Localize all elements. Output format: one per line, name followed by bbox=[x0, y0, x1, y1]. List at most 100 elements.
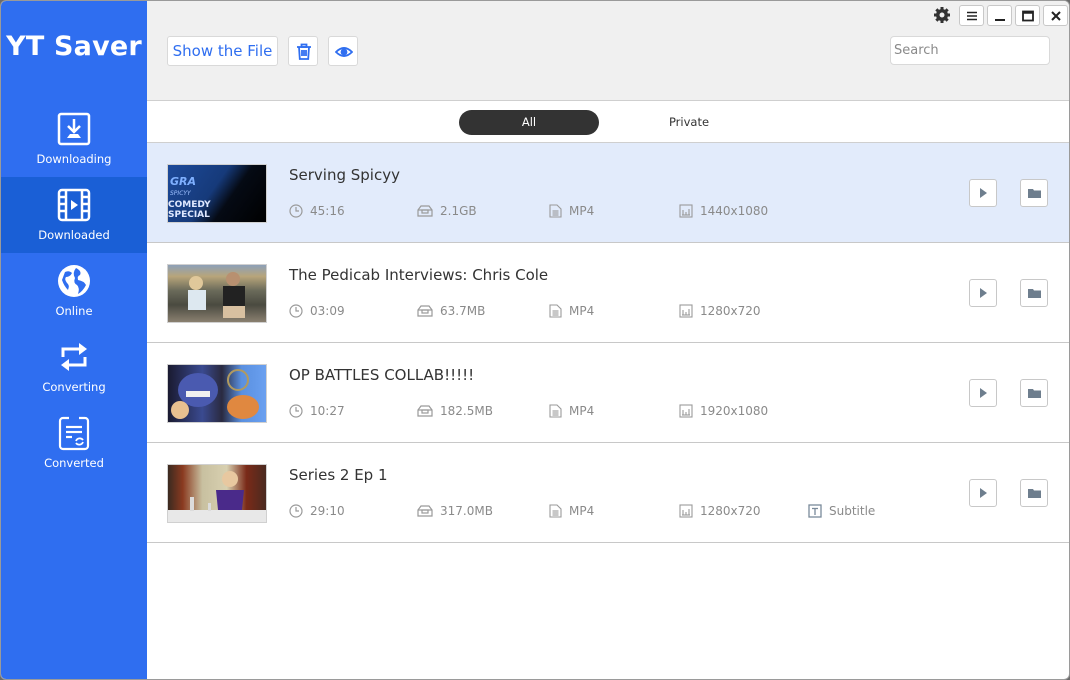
resolution: 1440x1080 bbox=[679, 204, 768, 218]
eye-icon bbox=[335, 47, 353, 57]
duration-value: 10:27 bbox=[310, 404, 345, 418]
video-row[interactable]: The Pedicab Interviews: Chris Cole 03:09… bbox=[147, 243, 1069, 343]
play-icon bbox=[980, 188, 987, 198]
sidebar: YT Saver Downloading Downloaded Online C… bbox=[1, 1, 147, 679]
gear-icon[interactable] bbox=[933, 6, 951, 24]
menu-icon bbox=[967, 11, 977, 21]
maximize-button[interactable] bbox=[1015, 5, 1040, 26]
open-folder-button[interactable] bbox=[1020, 379, 1048, 407]
folder-icon bbox=[1028, 189, 1041, 198]
resolution: 1920x1080 bbox=[679, 404, 768, 418]
subtitle-icon bbox=[808, 504, 822, 518]
storage-icon bbox=[417, 405, 433, 417]
toolbar: Show the File bbox=[147, 1, 1069, 101]
sidebar-item-converting[interactable]: Converting bbox=[1, 329, 147, 405]
search-input[interactable] bbox=[890, 36, 1050, 65]
play-button[interactable] bbox=[969, 479, 997, 507]
format: MP4 bbox=[549, 504, 594, 518]
file-size: 2.1GB bbox=[417, 204, 477, 218]
file-size: 182.5MB bbox=[417, 404, 493, 418]
format-value: MP4 bbox=[569, 404, 595, 418]
close-button[interactable] bbox=[1043, 5, 1068, 26]
close-icon bbox=[1051, 11, 1061, 21]
preview-button[interactable] bbox=[328, 36, 358, 66]
sidebar-item-online[interactable]: Online bbox=[1, 253, 147, 329]
video-title: Serving Spicyy bbox=[289, 166, 400, 184]
delete-button[interactable] bbox=[288, 36, 318, 66]
document-icon bbox=[549, 404, 562, 418]
svg-text:SPECIAL: SPECIAL bbox=[168, 210, 210, 220]
folder-icon bbox=[1028, 489, 1041, 498]
size-value: 317.0MB bbox=[440, 504, 493, 518]
globe-icon bbox=[58, 265, 90, 297]
download-icon bbox=[57, 112, 91, 146]
format: MP4 bbox=[549, 204, 594, 218]
size-value: 182.5MB bbox=[440, 404, 493, 418]
tab-all[interactable]: All bbox=[459, 110, 599, 135]
resolution-value: 1440x1080 bbox=[700, 204, 769, 218]
play-icon bbox=[980, 288, 987, 298]
resolution-icon bbox=[679, 504, 693, 518]
duration: 03:09 bbox=[289, 304, 345, 318]
app-window: YT Saver Downloading Downloaded Online C… bbox=[0, 0, 1070, 680]
storage-icon bbox=[417, 505, 433, 517]
duration: 10:27 bbox=[289, 404, 345, 418]
convert-arrows-icon bbox=[61, 343, 87, 371]
size-value: 2.1GB bbox=[440, 204, 477, 218]
show-file-button[interactable]: Show the File bbox=[167, 36, 278, 66]
minimize-button[interactable] bbox=[987, 5, 1012, 26]
clock-icon bbox=[289, 304, 303, 318]
trash-icon bbox=[297, 43, 311, 60]
play-button[interactable] bbox=[969, 279, 997, 307]
duration-value: 45:16 bbox=[310, 204, 345, 218]
video-list: GRA SPICYY COMEDY SPECIAL Serving Spicyy… bbox=[147, 143, 1069, 543]
filter-tabs: All Private bbox=[147, 102, 1069, 143]
play-icon bbox=[980, 388, 987, 398]
size-value: 63.7MB bbox=[440, 304, 486, 318]
open-folder-button[interactable] bbox=[1020, 179, 1048, 207]
play-button[interactable] bbox=[969, 379, 997, 407]
film-icon bbox=[57, 188, 91, 222]
play-button[interactable] bbox=[969, 179, 997, 207]
format: MP4 bbox=[549, 404, 594, 418]
open-folder-button[interactable] bbox=[1020, 279, 1048, 307]
svg-text:COMEDY: COMEDY bbox=[168, 200, 211, 210]
sidebar-item-downloaded[interactable]: Downloaded bbox=[1, 177, 147, 253]
folder-icon bbox=[1028, 389, 1041, 398]
video-thumbnail: GRA SPICYY COMEDY SPECIAL bbox=[167, 164, 267, 223]
video-title: The Pedicab Interviews: Chris Cole bbox=[289, 266, 549, 284]
sidebar-label: Downloading bbox=[36, 152, 112, 166]
menu-button[interactable] bbox=[959, 5, 984, 26]
resolution: 1280x720 bbox=[679, 504, 761, 518]
play-icon bbox=[980, 488, 987, 498]
duration-value: 03:09 bbox=[310, 304, 345, 318]
video-row[interactable]: GRA SPICYY COMEDY SPECIAL Serving Spicyy… bbox=[147, 143, 1069, 243]
video-thumbnail bbox=[167, 364, 267, 423]
document-icon bbox=[549, 204, 562, 218]
video-row[interactable]: OP BATTLES COLLAB!!!!! 10:27 182.5MB MP4… bbox=[147, 343, 1069, 443]
app-logo: YT Saver bbox=[6, 31, 142, 62]
file-size: 317.0MB bbox=[417, 504, 493, 518]
format-value: MP4 bbox=[569, 204, 595, 218]
resolution-icon bbox=[679, 404, 693, 418]
storage-icon bbox=[417, 305, 433, 317]
sidebar-label: Downloaded bbox=[38, 228, 110, 242]
sidebar-label: Converting bbox=[42, 380, 106, 394]
clock-icon bbox=[289, 204, 303, 218]
converted-document-icon bbox=[58, 416, 90, 451]
video-row[interactable]: Series 2 Ep 1 29:10 317.0MB MP4 1280x720… bbox=[147, 443, 1069, 543]
resolution-value: 1280x720 bbox=[700, 504, 761, 518]
resolution-icon bbox=[679, 204, 693, 218]
storage-icon bbox=[417, 205, 433, 217]
video-thumbnail bbox=[167, 264, 267, 323]
sidebar-item-downloading[interactable]: Downloading bbox=[1, 101, 147, 177]
sidebar-item-converted[interactable]: Converted bbox=[1, 405, 147, 481]
open-folder-button[interactable] bbox=[1020, 479, 1048, 507]
subtitle-value: Subtitle bbox=[829, 504, 876, 518]
tab-private[interactable]: Private bbox=[619, 110, 759, 135]
document-icon bbox=[549, 304, 562, 318]
minimize-icon bbox=[995, 19, 1005, 21]
format: MP4 bbox=[549, 304, 594, 318]
sidebar-label: Converted bbox=[44, 456, 104, 470]
duration-value: 29:10 bbox=[310, 504, 345, 518]
